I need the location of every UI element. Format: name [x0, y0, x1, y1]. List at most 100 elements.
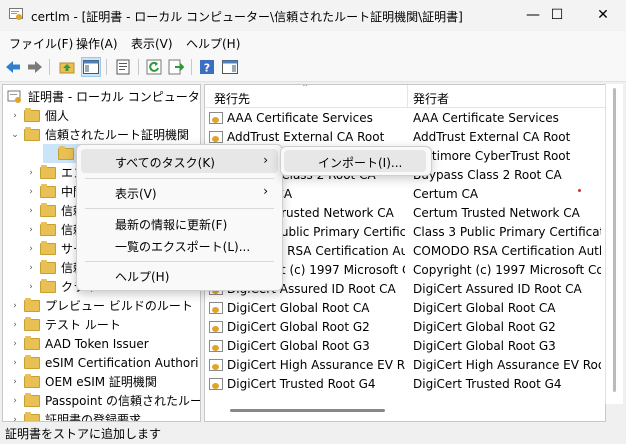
tree-item-label: 証明書の登録要求: [45, 413, 142, 422]
menu-item-help[interactable]: ヘルプ(H): [81, 263, 278, 287]
all-tasks-submenu: インポート(I)...: [280, 146, 432, 176]
certificate-icon: [209, 302, 223, 314]
toolbar-separator: [49, 59, 50, 75]
title-bar: certlm - [証明書 - ローカル コンピューター\信頼されたルート証明機…: [0, 0, 626, 30]
certificate-icon: [209, 112, 223, 124]
issued-to-cell: DigiCert Trusted Root G4: [209, 377, 405, 391]
menu-item-all-tasks[interactable]: すべてのタスク(K) ›: [81, 149, 278, 173]
certificate-row[interactable]: DigiCert High Assurance EV Root ... DigiC…: [205, 356, 605, 375]
menu-item-view[interactable]: 表示(V) ›: [81, 180, 278, 204]
toolbar-separator: [138, 59, 139, 75]
menu-item-export-list[interactable]: 一覧のエクスポート(L)...: [81, 233, 278, 257]
tree-item-label: 個人: [45, 109, 70, 123]
horizontal-scrollbar[interactable]: [208, 404, 602, 418]
tree-root[interactable]: 証明書 - ローカル コンピューター: [7, 87, 201, 106]
chevron-right-icon[interactable]: ›: [9, 111, 21, 121]
certificate-row[interactable]: DigiCert Trusted Root G4 DigiCert Trusted…: [205, 375, 605, 394]
window-title: certlm - [証明書 - ローカル コンピューター\信頼されたルート証明機…: [31, 10, 463, 24]
tree-item[interactable]: › テスト ルート: [9, 315, 121, 334]
issued-by-cell: AddTrust External CA Root: [413, 130, 571, 144]
issued-to-text: DigiCert Global Root CA: [227, 301, 370, 315]
chevron-right-icon[interactable]: ›: [9, 339, 21, 349]
menu-help[interactable]: ヘルプ(H): [186, 35, 240, 52]
chevron-right-icon[interactable]: ›: [9, 415, 21, 422]
issued-by-cell: Copyright (c) 1997 Microsoft Corp.: [413, 263, 601, 277]
show-hide-tree-icon[interactable]: [81, 57, 101, 77]
menu-separator: [85, 208, 274, 209]
chevron-right-icon[interactable]: ›: [9, 377, 21, 387]
issued-to-cell: DigiCert Global Root G2: [209, 320, 405, 334]
refresh-icon[interactable]: [145, 58, 163, 76]
chevron-right-icon[interactable]: ›: [25, 225, 37, 235]
chevron-right-icon[interactable]: ›: [25, 187, 37, 197]
chevron-right-icon[interactable]: ›: [25, 282, 37, 292]
tree-item[interactable]: ⌄ 信頼されたルート証明機関: [9, 125, 189, 144]
menu-bar: ファイル(F) 操作(A) 表示(V) ヘルプ(H): [0, 31, 626, 53]
chevron-right-icon[interactable]: ›: [25, 168, 37, 178]
tree-root-label: 証明書 - ローカル コンピューター: [28, 90, 201, 104]
red-dot-marker: [578, 189, 581, 192]
chevron-right-icon[interactable]: ›: [25, 244, 37, 254]
issued-by-cell: Class 3 Public Primary Certificatio...: [413, 225, 601, 239]
issued-to-text: DigiCert Global Root G2: [227, 320, 370, 334]
chevron-right-icon[interactable]: ›: [9, 358, 21, 368]
chevron-down-icon[interactable]: ⌄: [9, 130, 21, 140]
tree-item[interactable]: › eSIM Certification Authori: [9, 353, 199, 372]
scroll-thumb[interactable]: [613, 88, 616, 392]
status-text: 証明書をストアに追加します: [5, 427, 162, 441]
tree-item[interactable]: › AAD Token Issuer: [9, 334, 149, 353]
chevron-right-icon[interactable]: ›: [9, 301, 21, 311]
tree-item[interactable]: › Passpoint の信頼されたルー: [9, 391, 200, 410]
maximize-button[interactable]: ☐: [534, 0, 580, 30]
issued-to-text: DigiCert Global Root G3: [227, 339, 370, 353]
help-icon[interactable]: ?: [198, 58, 216, 76]
tree-item[interactable]: › 証明書の登録要求: [9, 410, 142, 422]
menu-item-label: 最新の情報に更新(F): [115, 218, 228, 232]
issued-by-cell: Certum Trusted Network CA: [413, 206, 580, 220]
chevron-right-icon[interactable]: ›: [9, 320, 21, 330]
tree-item[interactable]: › プレビュー ビルドのルート: [9, 296, 193, 315]
back-arrow-icon[interactable]: [4, 58, 22, 76]
up-folder-icon[interactable]: [58, 58, 76, 76]
certificate-row[interactable]: AAA Certificate Services AAA Certificate …: [205, 109, 605, 128]
menu-file[interactable]: ファイル(F): [9, 35, 73, 52]
list-header: 発行先 ⌃ 発行者: [205, 85, 605, 108]
menu-item-import[interactable]: インポート(I)...: [284, 150, 426, 172]
menu-item-refresh[interactable]: 最新の情報に更新(F): [81, 211, 278, 235]
issued-by-cell: AAA Certificate Services: [413, 111, 559, 125]
close-button[interactable]: ✕: [580, 0, 626, 30]
context-menu: すべてのタスク(K) › 表示(V) › 最新の情報に更新(F) 一覧のエクスポ…: [76, 144, 283, 291]
issued-by-cell: DigiCert High Assurance EV Root ...: [413, 358, 601, 372]
chevron-right-icon[interactable]: ›: [25, 263, 37, 273]
show-action-pane-icon[interactable]: [221, 58, 239, 76]
menu-view[interactable]: 表示(V): [131, 35, 173, 52]
certificate-row[interactable]: DigiCert Global Root CA DigiCert Global R…: [205, 299, 605, 318]
properties-icon[interactable]: [114, 58, 132, 76]
column-divider: [407, 85, 408, 107]
issued-by-cell: DigiCert Global Root G2: [413, 320, 556, 334]
scroll-thumb[interactable]: [230, 409, 385, 412]
column-header-issued-to[interactable]: 発行先: [214, 90, 250, 107]
certificate-icon: [209, 359, 223, 371]
certificate-row[interactable]: DigiCert Global Root G2 DigiCert Global R…: [205, 318, 605, 337]
issued-to-text: AAA Certificate Services: [227, 111, 373, 125]
menu-action[interactable]: 操作(A): [76, 35, 118, 52]
tree-item[interactable]: › 個人: [9, 106, 69, 125]
export-list-icon[interactable]: [167, 58, 185, 76]
folder-icon: [24, 373, 40, 388]
tree-item-label: eSIM Certification Authori: [45, 355, 199, 370]
chevron-right-icon[interactable]: ›: [25, 206, 37, 216]
forward-arrow-icon[interactable]: [26, 58, 44, 76]
column-header-issued-by[interactable]: 発行者: [413, 90, 449, 107]
certificate-row[interactable]: DigiCert Global Root G3 DigiCert Global R…: [205, 337, 605, 356]
menu-item-label: ヘルプ(H): [115, 270, 170, 284]
folder-icon: [40, 240, 56, 255]
menu-separator: [85, 261, 274, 262]
folder-icon: [24, 392, 40, 407]
chevron-right-icon[interactable]: ›: [9, 396, 21, 406]
issued-by-cell: DigiCert Global Root CA: [413, 301, 556, 315]
status-bar: 証明書をストアに追加します: [0, 422, 626, 444]
chevron-right-icon: ›: [263, 184, 268, 198]
vertical-scrollbar[interactable]: [605, 84, 623, 404]
tree-item[interactable]: › OEM eSIM 証明機関: [9, 372, 157, 391]
